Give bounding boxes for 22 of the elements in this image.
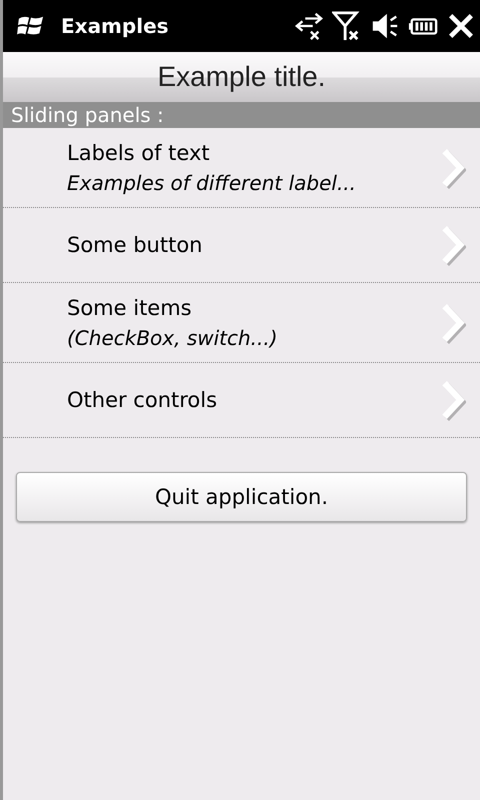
item-subtitle: Examples of different label... (67, 170, 358, 194)
quit-button[interactable]: Quit application. (16, 472, 467, 522)
list-item[interactable]: Labels of text Examples of different label... (3, 128, 480, 208)
chevron-icon (440, 224, 466, 266)
item-label: Other controls (67, 388, 218, 412)
item-label: Some items (67, 296, 193, 320)
list-item[interactable]: Some items (CheckBox, switch...) (3, 283, 480, 363)
chevron-icon (440, 302, 466, 344)
item-subtitle: (CheckBox, switch...) (67, 326, 279, 350)
item-label: Some button (67, 233, 204, 257)
list-item[interactable]: Some button (3, 208, 480, 283)
section-title: Sliding panels : (11, 103, 164, 127)
app-title: Examples (61, 14, 169, 38)
signal-off-icon[interactable] (332, 11, 362, 41)
item-label: Labels of text (67, 140, 211, 164)
chevron-icon (440, 379, 466, 421)
chevron-icon (440, 146, 466, 188)
close-icon[interactable] (446, 11, 476, 41)
volume-off-icon[interactable] (370, 11, 400, 41)
connection-icon[interactable] (294, 11, 324, 41)
page-title: Example title. (157, 61, 326, 93)
list-item[interactable]: Other controls (3, 363, 480, 438)
